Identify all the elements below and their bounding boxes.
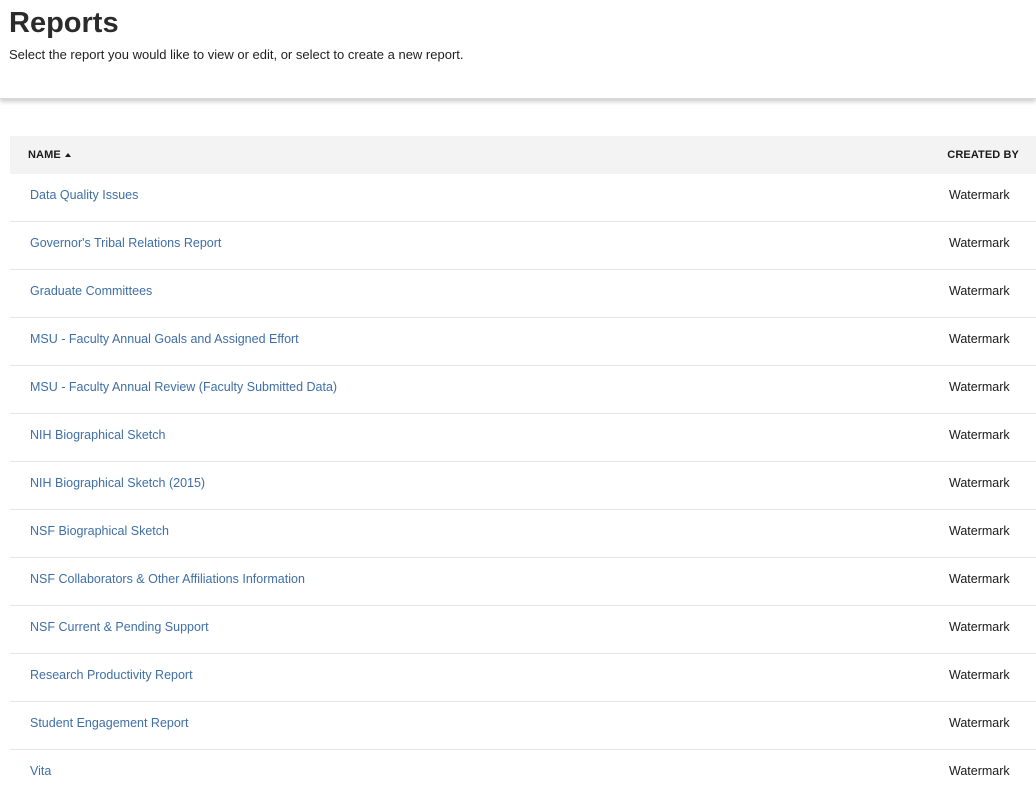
- report-link[interactable]: MSU - Faculty Annual Goals and Assigned …: [30, 318, 299, 365]
- table-row: Research Productivity Report Watermark: [10, 654, 1036, 702]
- report-link[interactable]: Vita: [30, 750, 51, 797]
- page-header: Reports Select the report you would like…: [0, 0, 1036, 99]
- created-by-cell: Watermark: [949, 428, 1010, 442]
- created-by-cell: Watermark: [949, 524, 1010, 538]
- table-row: Governor's Tribal Relations Report Water…: [10, 222, 1036, 270]
- created-by-cell: Watermark: [949, 188, 1010, 202]
- page-title: Reports: [9, 7, 119, 39]
- reports-table: NAME CREATED BY Data Quality Issues Wate…: [10, 136, 1036, 797]
- report-link[interactable]: Graduate Committees: [30, 270, 152, 317]
- table-row: MSU - Faculty Annual Goals and Assigned …: [10, 318, 1036, 366]
- created-by-cell: Watermark: [949, 620, 1010, 634]
- table-row: Student Engagement Report Watermark: [10, 702, 1036, 750]
- created-by-cell: Watermark: [949, 476, 1010, 490]
- table-row: NIH Biographical Sketch (2015) Watermark: [10, 462, 1036, 510]
- page-subtitle: Select the report you would like to view…: [9, 47, 464, 62]
- table-row: Data Quality Issues Watermark: [10, 174, 1036, 222]
- table-row: NSF Biographical Sketch Watermark: [10, 510, 1036, 558]
- column-header-created-by: CREATED BY: [947, 149, 1019, 161]
- report-link[interactable]: Research Productivity Report: [30, 654, 193, 701]
- table-row: NSF Current & Pending Support Watermark: [10, 606, 1036, 654]
- created-by-cell: Watermark: [949, 716, 1010, 730]
- table-row: NSF Collaborators & Other Affiliations I…: [10, 558, 1036, 606]
- table-row: NIH Biographical Sketch Watermark: [10, 414, 1036, 462]
- table-row: Vita Watermark: [10, 750, 1036, 797]
- report-link[interactable]: MSU - Faculty Annual Review (Faculty Sub…: [30, 366, 337, 413]
- table-row: MSU - Faculty Annual Review (Faculty Sub…: [10, 366, 1036, 414]
- report-link[interactable]: Governor's Tribal Relations Report: [30, 222, 221, 269]
- created-by-cell: Watermark: [949, 284, 1010, 298]
- report-link[interactable]: NSF Biographical Sketch: [30, 510, 169, 557]
- report-link[interactable]: Student Engagement Report: [30, 702, 188, 749]
- table-header: NAME CREATED BY: [10, 136, 1036, 174]
- column-header-name-label: NAME: [28, 149, 61, 161]
- created-by-cell: Watermark: [949, 572, 1010, 586]
- report-link[interactable]: NIH Biographical Sketch: [30, 414, 165, 461]
- report-link[interactable]: NSF Current & Pending Support: [30, 606, 209, 653]
- created-by-cell: Watermark: [949, 764, 1010, 778]
- sort-ascending-icon: [64, 152, 71, 157]
- created-by-cell: Watermark: [949, 668, 1010, 682]
- report-link[interactable]: NIH Biographical Sketch (2015): [30, 462, 205, 509]
- table-row: Graduate Committees Watermark: [10, 270, 1036, 318]
- created-by-cell: Watermark: [949, 332, 1010, 346]
- report-link[interactable]: Data Quality Issues: [30, 174, 138, 221]
- column-header-name[interactable]: NAME: [28, 136, 71, 174]
- report-link[interactable]: NSF Collaborators & Other Affiliations I…: [30, 558, 305, 605]
- created-by-cell: Watermark: [949, 380, 1010, 394]
- created-by-cell: Watermark: [949, 236, 1010, 250]
